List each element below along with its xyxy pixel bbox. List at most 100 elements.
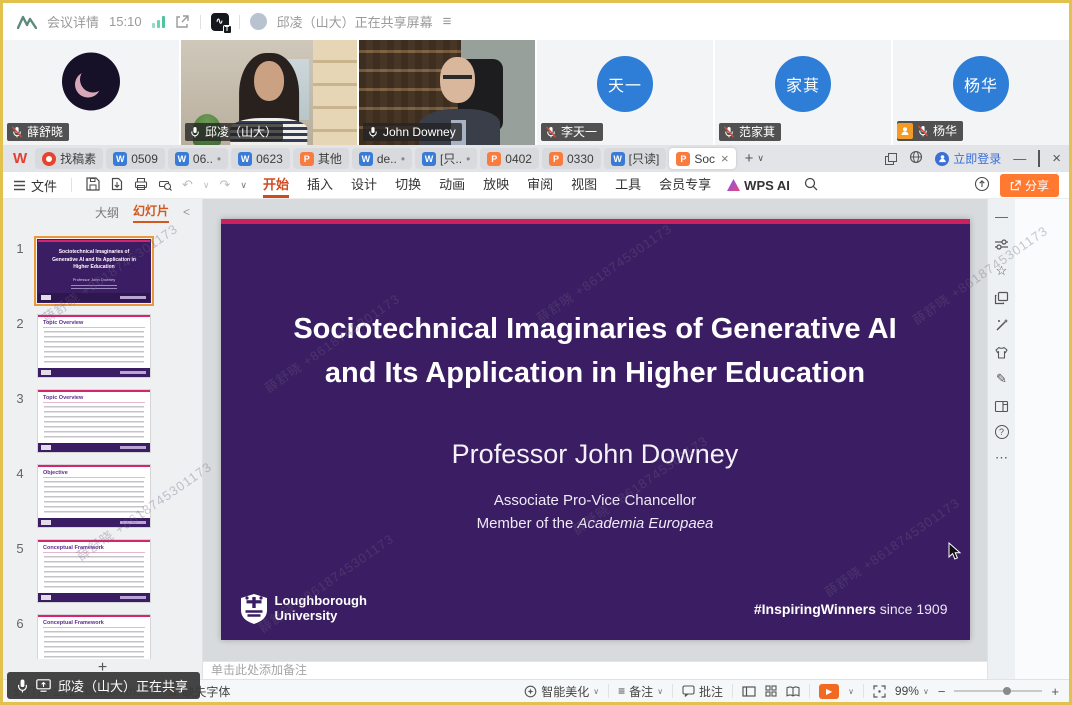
undo-dropdown-icon[interactable]: ∨	[203, 180, 210, 191]
zoom-slider[interactable]	[954, 690, 1042, 692]
search-icon[interactable]	[804, 177, 818, 194]
collapse-rail-icon[interactable]: —	[994, 209, 1010, 225]
slide-sorter-button[interactable]	[765, 685, 777, 697]
participant-tile-xueshuxiao[interactable]: 薛舒晓	[3, 40, 179, 145]
muted-mic-icon	[545, 126, 557, 138]
collapse-panel-icon[interactable]: <	[183, 205, 190, 219]
doc-tab[interactable]: P0402	[480, 148, 539, 169]
layout-switch-icon[interactable]: ≡	[443, 13, 452, 30]
zoom-in-button[interactable]: +	[1051, 684, 1059, 699]
close-tab-icon[interactable]: ×	[721, 151, 729, 166]
current-slide[interactable]: Sociotechnical Imaginaries of Generative…	[221, 219, 970, 640]
tab-view[interactable]: 视图	[569, 172, 599, 198]
tab-transition[interactable]: 切换	[393, 172, 423, 198]
login-button[interactable]: 立即登录	[935, 150, 1001, 167]
more-tools-icon[interactable]: ⋯	[994, 450, 1010, 466]
slide-thumbnail-4[interactable]: Objective	[37, 464, 151, 528]
notes-button[interactable]: ≡ 备注∨	[618, 683, 663, 700]
zoom-out-button[interactable]: −	[938, 684, 946, 699]
notes-input[interactable]: 单击此处添加备注	[203, 661, 987, 679]
zoom-level[interactable]: 99%∨	[895, 684, 929, 698]
maximize-window-icon[interactable]	[1038, 151, 1040, 166]
slide-thumb-row: 5 Conceptual Framework	[3, 539, 202, 603]
slide-thumbnail-2[interactable]: Topic Overview	[37, 314, 151, 378]
doc-tab[interactable]: W0509	[106, 148, 165, 169]
reading-view-button[interactable]	[786, 686, 800, 697]
meeting-topbar: 会议详情 15:10 ∿T 邱凌（山大）正在共享屏幕 ≡	[3, 3, 1069, 40]
help-icon[interactable]: ?	[995, 425, 1009, 439]
slide-thumbnail-5[interactable]: Conceptual Framework	[37, 539, 151, 603]
layout-book-icon[interactable]	[994, 398, 1010, 414]
slide-thumbnail-1[interactable]: Sociotechnical Imaginaries of Generative…	[37, 239, 151, 303]
tab-insert[interactable]: 插入	[305, 172, 335, 198]
doc-tab[interactable]: W06..•	[168, 148, 228, 169]
normal-view-button[interactable]	[742, 686, 756, 697]
open-external-icon[interactable]	[175, 14, 190, 29]
participant-tile-litianyi[interactable]: 天一 李天一	[537, 40, 713, 145]
slide-canvas[interactable]: Sociotechnical Imaginaries of Generative…	[203, 199, 987, 661]
upload-cloud-icon[interactable]	[974, 176, 990, 195]
quickbar-dropdown-icon[interactable]: ∨	[240, 180, 247, 191]
participant-nametag: John Downey	[363, 123, 462, 141]
translation-icon[interactable]: ∿T	[211, 13, 229, 31]
doc-tab[interactable]: P其他	[293, 148, 349, 169]
word-file-icon: W	[359, 152, 373, 166]
undo-icon[interactable]: ↶	[182, 177, 193, 193]
doc-tab[interactable]: W[只读]	[604, 148, 667, 169]
slide-thumbnail-6[interactable]: Conceptual Framework	[37, 614, 151, 659]
minimize-window-icon[interactable]: —	[1013, 151, 1026, 166]
play-options-dropdown-icon[interactable]: ∨	[848, 687, 854, 696]
tab-tools[interactable]: 工具	[613, 172, 643, 198]
comments-button[interactable]: 批注	[682, 683, 723, 700]
wps-window: W 找稿素 W0509 W06..• W0623 P其他 Wde..• W[只.…	[3, 145, 1069, 702]
doc-tab[interactable]: 找稿素	[35, 148, 103, 169]
tab-list-dropdown-icon[interactable]: ∨	[757, 153, 764, 164]
doc-tab[interactable]: W0623	[231, 148, 290, 169]
meeting-detail-link[interactable]: 会议详情	[47, 12, 99, 31]
close-window-icon[interactable]: ×	[1052, 150, 1061, 167]
doc-tab[interactable]: W[只..•	[415, 148, 477, 169]
share-button[interactable]: 分享	[1000, 174, 1059, 197]
favorites-star-icon[interactable]: ☆	[994, 263, 1010, 279]
participant-nametag: 邱凌（山大）	[185, 123, 283, 141]
participant-tile-john-downey[interactable]: John Downey	[359, 40, 535, 145]
print-icon[interactable]	[134, 177, 148, 194]
properties-sliders-icon[interactable]	[994, 236, 1010, 252]
sharing-indicator-overlay[interactable]: 邱凌（山大）正在共享	[7, 672, 200, 699]
skin-theme-icon[interactable]	[994, 344, 1010, 360]
tab-slideshow[interactable]: 放映	[481, 172, 511, 198]
tab-membership[interactable]: 会员专享	[657, 172, 713, 198]
doc-tab-active[interactable]: PSoc×	[669, 148, 735, 169]
tab-outline[interactable]: 大纲	[95, 204, 119, 221]
new-tab-icon[interactable]: +	[745, 150, 754, 167]
tab-slides[interactable]: 幻灯片	[133, 202, 169, 223]
fit-slide-button[interactable]	[873, 685, 886, 698]
redo-icon[interactable]: ↷	[220, 177, 231, 193]
tools-wand-icon[interactable]	[994, 317, 1010, 333]
file-menu[interactable]: 文件	[13, 176, 57, 195]
participant-tile-fanjiaqi[interactable]: 家萁 范家萁	[715, 40, 891, 145]
smart-beautify-button[interactable]: 智能美化∨	[524, 683, 599, 700]
output-pdf-icon[interactable]	[110, 177, 124, 194]
slide-thumbnail-3[interactable]: Topic Overview	[37, 389, 151, 453]
merge-windows-icon[interactable]	[885, 153, 897, 165]
integration-globe-icon[interactable]	[909, 150, 923, 167]
doc-tab[interactable]: Wde..•	[352, 148, 412, 169]
tab-animation[interactable]: 动画	[437, 172, 467, 198]
tab-wps-ai[interactable]: WPS AI	[727, 178, 790, 193]
tab-home[interactable]: 开始	[261, 172, 291, 198]
participant-tile-yanghua[interactable]: 杨华 杨华	[893, 40, 1069, 145]
doc-tab[interactable]: P0330	[542, 148, 601, 169]
play-slideshow-button[interactable]: ▶	[819, 684, 839, 699]
signature-pencil-icon[interactable]: ✎	[994, 371, 1010, 387]
tab-design[interactable]: 设计	[349, 172, 379, 198]
zoom-slider-handle	[1003, 687, 1011, 695]
save-icon[interactable]	[86, 177, 100, 194]
participant-tile-qiuling[interactable]: 邱凌（山大）	[181, 40, 357, 145]
copy-slide-icon[interactable]	[994, 290, 1010, 306]
tab-review[interactable]: 审阅	[525, 172, 555, 198]
slide-roles: Associate Pro-Vice Chancellor Member of …	[221, 490, 970, 535]
print-preview-icon[interactable]	[158, 177, 172, 194]
wps-logo-icon[interactable]: W	[13, 150, 27, 167]
login-avatar-icon	[935, 152, 949, 166]
